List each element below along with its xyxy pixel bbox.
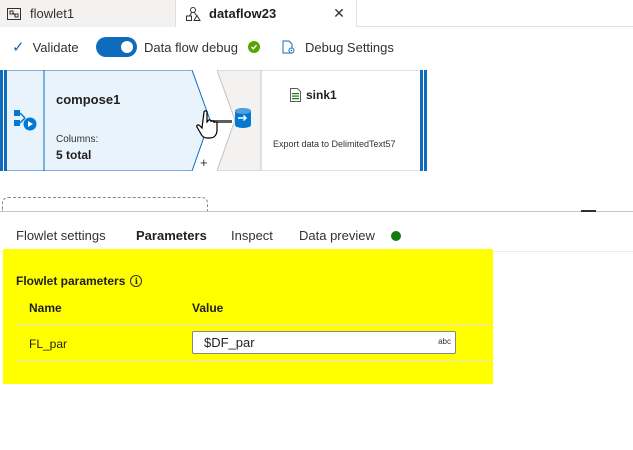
source-node-title: compose1 (56, 92, 121, 107)
hand-cursor-icon (196, 110, 222, 145)
columns-value: 5 total (56, 148, 92, 162)
data-flow-debug-toggle[interactable] (96, 37, 137, 57)
tab-label: flowlet1 (30, 6, 75, 21)
column-header-value: Value (192, 301, 224, 315)
column-header-name: Name (29, 301, 62, 315)
highlight-overlay (3, 249, 493, 384)
validate-label: Validate (32, 39, 79, 55)
toolbar: ✓ Validate Data flow debug Debug Setting… (0, 28, 633, 66)
debug-settings-icon (280, 39, 296, 55)
tab-data-preview[interactable]: Data preview (299, 228, 375, 243)
status-ok-icon (248, 41, 260, 53)
columns-label: Columns: (56, 134, 99, 145)
add-transformation-button[interactable]: + (200, 155, 208, 170)
info-icon[interactable]: i (130, 275, 143, 287)
validate-button[interactable]: ✓ Validate (12, 28, 79, 66)
parameter-value-input[interactable] (193, 332, 429, 353)
source-transform-icon (12, 108, 38, 139)
tab-flowlet-settings[interactable]: Flowlet settings (16, 228, 106, 243)
sink-node-title: sink1 (290, 88, 337, 102)
tab-label: dataflow23 (209, 6, 277, 21)
row-divider (16, 325, 491, 326)
sink-node-description: Export data to DelimitedText57 (273, 139, 396, 149)
properties-tab-bar: Flowlet settings Parameters Inspect Data… (0, 212, 633, 252)
dataflow-icon (185, 6, 201, 22)
data-flow-debug-label: Data flow debug (144, 28, 238, 66)
document-tab-strip: flowlet1 dataflow23 ✕ (0, 0, 633, 27)
sink-node-sink1[interactable]: sink1 Export data to DelimitedText57 (217, 70, 427, 171)
flowlet-icon (6, 6, 22, 22)
sink-node-title-text: sink1 (306, 88, 337, 102)
data-flow-canvas[interactable]: compose1 Columns: 5 total + sink1 Export… (0, 66, 633, 211)
tab-parameters[interactable]: Parameters (136, 228, 207, 243)
section-title-text: Flowlet parameters (16, 274, 126, 288)
sink-icon (234, 107, 252, 134)
debug-settings-label: Debug Settings (305, 39, 394, 55)
data-preview-status-icon (391, 231, 401, 241)
parameter-value-field[interactable]: abc (192, 331, 456, 354)
section-title: Flowlet parameters i (16, 274, 143, 288)
toggle-knob (121, 41, 133, 53)
debug-settings-button[interactable]: Debug Settings (280, 28, 394, 66)
source-node-compose1[interactable]: compose1 Columns: 5 total + (0, 70, 218, 171)
sink-node-rail-highlight (423, 70, 424, 171)
delimited-text-icon (290, 88, 301, 102)
debug-label-text: Data flow debug (144, 39, 238, 55)
tab-flowlet1[interactable]: flowlet1 (0, 0, 176, 27)
checkmark-icon: ✓ (12, 39, 25, 56)
tab-inspect[interactable]: Inspect (231, 228, 273, 243)
close-icon[interactable]: ✕ (332, 5, 346, 21)
drop-zone-outline (2, 197, 208, 211)
parameter-name: FL_par (29, 337, 68, 351)
value-type-indicator[interactable]: abc (438, 337, 451, 346)
tab-dataflow23[interactable]: dataflow23 ✕ (176, 0, 357, 27)
row-divider (16, 360, 491, 361)
